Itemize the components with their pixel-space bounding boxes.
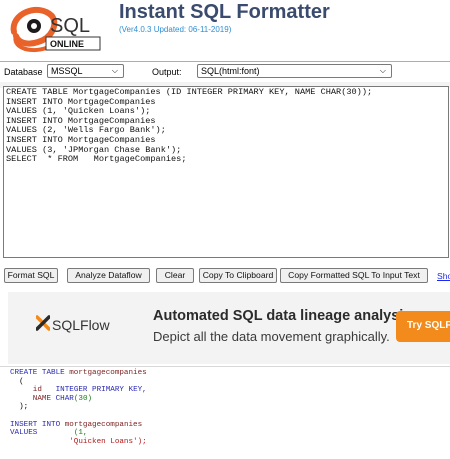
try-button-label: Try SQLF — [407, 320, 450, 331]
output-label: Output: — [152, 67, 182, 77]
chevron-down-icon: ⌵ — [379, 66, 386, 75]
version-text: (Ver4.0.3 Updated: 06-11-2019) — [119, 25, 232, 34]
formatted-output: CREATE TABLE mortgagecompanies ( id INTE… — [0, 367, 450, 459]
clear-button[interactable]: Clear — [156, 268, 194, 283]
database-select-value: MSSQL — [51, 66, 83, 76]
ad-subtitle: Depict all the data movement graphically… — [153, 329, 390, 344]
database-label: Database — [4, 67, 43, 77]
header-divider — [0, 61, 450, 62]
sqlflow-brand: SQLFlow — [52, 317, 110, 333]
sql-input-textarea[interactable]: CREATE TABLE MortgageCompanies (ID INTEG… — [3, 86, 449, 258]
try-sqlflow-button[interactable]: Try SQLF — [396, 311, 450, 342]
app-header: SQL ONLINE Instant SQL Formatter (Ver4.0… — [0, 0, 450, 62]
sql-input-text: CREATE TABLE MortgageCompanies (ID INTEG… — [6, 87, 373, 165]
svg-text:SQL: SQL — [50, 15, 90, 37]
output-select[interactable]: SQL(html:font) ⌵ — [197, 64, 392, 78]
chevron-down-icon: ⌵ — [111, 66, 118, 75]
copy-to-clipboard-button[interactable]: Copy To Clipboard — [199, 268, 277, 283]
output-select-value: SQL(html:font) — [201, 66, 260, 76]
analyze-dataflow-button[interactable]: Analyze Dataflow — [67, 268, 150, 283]
svg-text:ONLINE: ONLINE — [50, 39, 84, 49]
sql-online-logo[interactable]: SQL ONLINE — [8, 2, 108, 56]
copy-formatted-sql-button[interactable]: Copy Formatted SQL To Input Text — [280, 268, 428, 283]
show-link[interactable]: Sho — [437, 271, 450, 281]
toolbar: Format SQL Analyze Dataflow Clear Copy T… — [0, 268, 450, 286]
ad-title: Automated SQL data lineage analysis. — [153, 308, 416, 324]
format-sql-button[interactable]: Format SQL — [4, 268, 58, 283]
database-select[interactable]: MSSQL ⌵ — [47, 64, 124, 78]
sqlflow-ad-banner[interactable]: SQLFlow Automated SQL data lineage analy… — [8, 292, 450, 364]
options-row: Database MSSQL ⌵ Output: SQL(html:font) … — [0, 63, 450, 81]
formatted-sql: CREATE TABLE mortgagecompanies ( id INTE… — [10, 369, 147, 446]
page-title: Instant SQL Formatter — [119, 1, 330, 23]
sqlflow-logo-icon — [36, 315, 50, 331]
